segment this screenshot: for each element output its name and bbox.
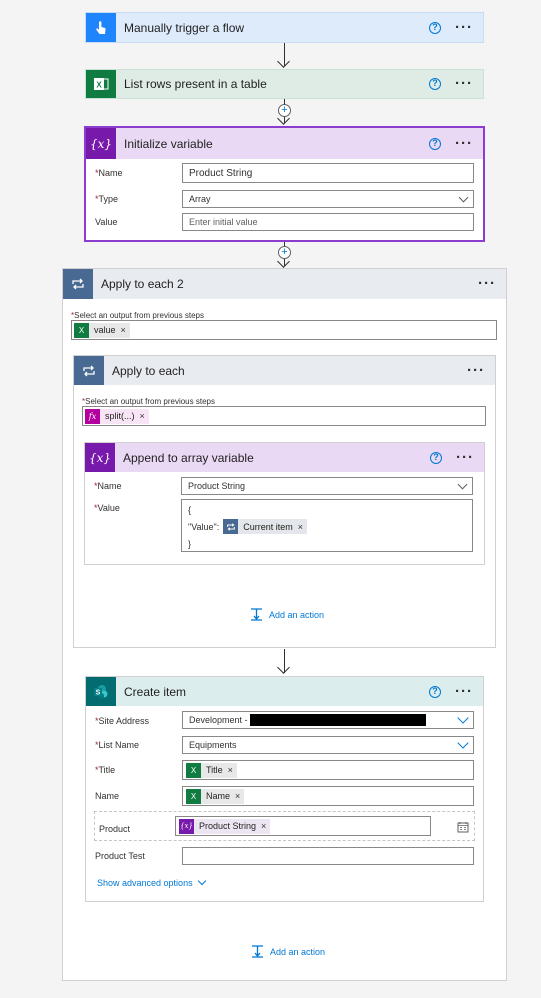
more-options-icon[interactable]: ···: [455, 684, 473, 699]
chevron-down-icon: [457, 712, 469, 724]
touch-icon: [86, 13, 116, 42]
help-icon[interactable]: ?: [430, 451, 442, 464]
select-output-label: *Select an output from previous steps: [71, 311, 204, 320]
initialize-variable-card[interactable]: {x} Initialize variable ? ··· *Name Prod…: [84, 126, 485, 242]
remove-token-icon[interactable]: ×: [228, 765, 233, 775]
select-output-input[interactable]: X value ×: [71, 320, 497, 340]
excel-icon: X: [74, 322, 89, 338]
name-token[interactable]: X Name ×: [186, 788, 245, 804]
json-close-brace: }: [188, 539, 192, 549]
json-open-brace: {: [188, 505, 192, 515]
current-item-token[interactable]: Current item ×: [223, 519, 308, 534]
product-field-row: Product {x} Product String ×: [94, 811, 475, 841]
apply-2-title: Apply to each 2: [101, 277, 184, 291]
loop-icon: [223, 519, 239, 534]
product-label: Product: [99, 824, 131, 834]
add-action-icon: [251, 608, 262, 621]
show-advanced-options-link[interactable]: Show advanced options: [97, 876, 206, 888]
list-rows-title: List rows present in a table: [124, 77, 267, 91]
arrow-head-icon: [277, 661, 290, 674]
excel-icon: X: [86, 70, 116, 98]
append-title: Append to array variable: [123, 450, 254, 465]
variable-icon: {x}: [85, 443, 115, 472]
excel-icon: X: [186, 762, 201, 778]
chevron-down-icon: [457, 479, 468, 489]
append-name-dropdown[interactable]: Product String: [181, 477, 473, 495]
split-token[interactable]: fx split(...) ×: [85, 408, 149, 424]
excel-icon: X: [186, 788, 201, 804]
expression-icon: fx: [85, 408, 100, 424]
title-token[interactable]: X Title ×: [186, 762, 237, 778]
select-output-label: *Select an output from previous steps: [82, 397, 215, 406]
json-key: "Value":: [188, 521, 220, 532]
arrow-head-icon: [277, 55, 290, 68]
chevron-down-icon: [458, 192, 469, 202]
init-variable-title: Initialize variable: [124, 136, 213, 151]
type-label: *Type: [95, 194, 119, 204]
apply-title: Apply to each: [112, 363, 185, 378]
variable-value-input[interactable]: Enter initial value: [182, 213, 474, 231]
value-label: Value: [95, 217, 118, 227]
remove-token-icon[interactable]: ×: [261, 821, 266, 831]
list-name-dropdown[interactable]: Equipments: [182, 736, 474, 754]
svg-text:S: S: [96, 689, 101, 696]
remove-token-icon[interactable]: ×: [121, 325, 126, 335]
redacted-block: [249, 714, 426, 726]
more-options-icon[interactable]: ···: [478, 276, 496, 291]
list-rows-card[interactable]: X List rows present in a table ? ···: [85, 69, 484, 99]
remove-token-icon[interactable]: ×: [140, 411, 145, 421]
title-input[interactable]: X Title ×: [182, 760, 474, 780]
sharepoint-icon: S: [86, 677, 116, 706]
loop-icon: [63, 269, 93, 299]
inner-add-action-button[interactable]: Add an action: [250, 608, 324, 621]
trigger-title: Manually trigger a flow: [124, 20, 245, 35]
product-input[interactable]: {x} Product String ×: [175, 816, 431, 836]
create-item-title: Create item: [124, 684, 187, 699]
append-value-input[interactable]: { "Value": Current item × }: [181, 499, 473, 552]
name-label: Name: [95, 791, 120, 801]
title-label: *Title: [95, 765, 116, 775]
apply-to-each-container[interactable]: Apply to each ··· *Select an output from…: [73, 355, 496, 648]
outer-add-action-button[interactable]: Add an action: [251, 945, 325, 958]
remove-token-icon[interactable]: ×: [235, 791, 240, 801]
value-token[interactable]: X value ×: [74, 322, 130, 338]
trigger-card[interactable]: Manually trigger a flow ? ···: [85, 12, 484, 43]
site-address-dropdown[interactable]: Development -: [182, 711, 474, 729]
name-label: *Name: [94, 481, 122, 491]
more-options-icon[interactable]: ···: [455, 136, 473, 151]
site-address-label: *Site Address: [95, 716, 150, 726]
value-label: *Value: [94, 503, 120, 513]
more-options-icon[interactable]: ···: [455, 20, 473, 35]
calendar-switch-icon[interactable]: [457, 821, 469, 833]
variable-type-dropdown[interactable]: Array: [182, 190, 474, 208]
more-options-icon[interactable]: ···: [455, 76, 473, 91]
more-options-icon[interactable]: ···: [467, 363, 485, 378]
svg-text:X: X: [96, 81, 102, 90]
variable-name-input[interactable]: Product String: [182, 163, 474, 183]
loop-icon: [74, 356, 104, 385]
select-output-input[interactable]: fx split(...) ×: [82, 406, 486, 426]
more-options-icon[interactable]: ···: [456, 450, 474, 465]
name-input[interactable]: X Name ×: [182, 786, 474, 806]
help-icon[interactable]: ?: [429, 21, 441, 34]
create-item-card[interactable]: S Create item ? ··· *Site Address Develo…: [85, 676, 484, 902]
help-icon[interactable]: ?: [429, 685, 441, 698]
variable-icon: {x}: [86, 128, 116, 159]
product-test-input[interactable]: [182, 847, 474, 865]
remove-token-icon[interactable]: ×: [298, 522, 303, 532]
product-test-label: Product Test: [95, 851, 145, 861]
variable-icon: {x}: [179, 818, 194, 834]
list-name-label: *List Name: [95, 740, 140, 750]
chevron-down-icon: [197, 876, 206, 886]
help-icon[interactable]: ?: [429, 137, 441, 150]
chevron-down-icon: [457, 737, 469, 749]
help-icon[interactable]: ?: [429, 78, 441, 90]
name-label: *Name: [95, 168, 123, 178]
product-string-token[interactable]: {x} Product String ×: [179, 818, 271, 834]
apply-to-each-2-container[interactable]: Apply to each 2 ··· *Select an output fr…: [62, 268, 507, 981]
append-to-array-card[interactable]: {x} Append to array variable ? ··· *Name…: [84, 442, 485, 565]
add-action-icon: [252, 945, 263, 958]
